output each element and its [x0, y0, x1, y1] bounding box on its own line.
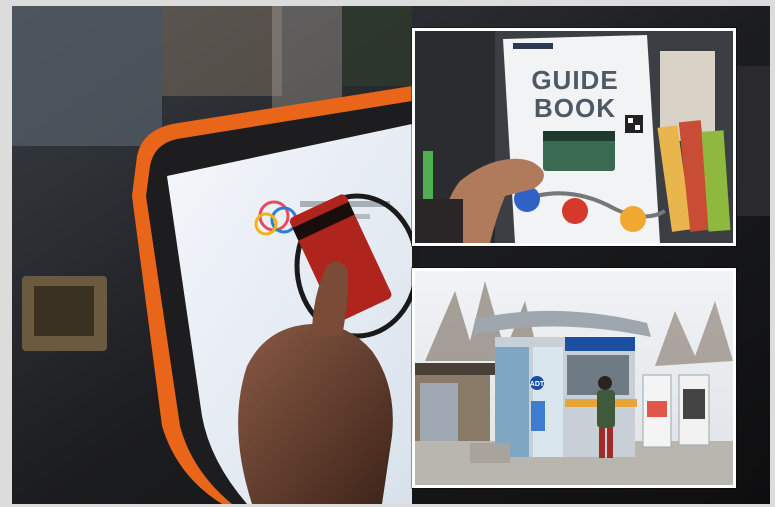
ticket-booth-scene: ADT — [415, 271, 733, 485]
guide-book-photo: GUIDE BOOK — [412, 28, 736, 246]
ticket-booth-photo: ADT — [412, 268, 736, 488]
guide-book-title-line2: BOOK — [534, 93, 616, 123]
photo-collage: GUIDE BOOK ADT — [12, 6, 770, 504]
booth-sign-text: ADT — [530, 381, 545, 388]
guide-book-scene: GUIDE BOOK — [415, 31, 733, 243]
guide-book-title-line1: GUIDE — [531, 65, 618, 95]
